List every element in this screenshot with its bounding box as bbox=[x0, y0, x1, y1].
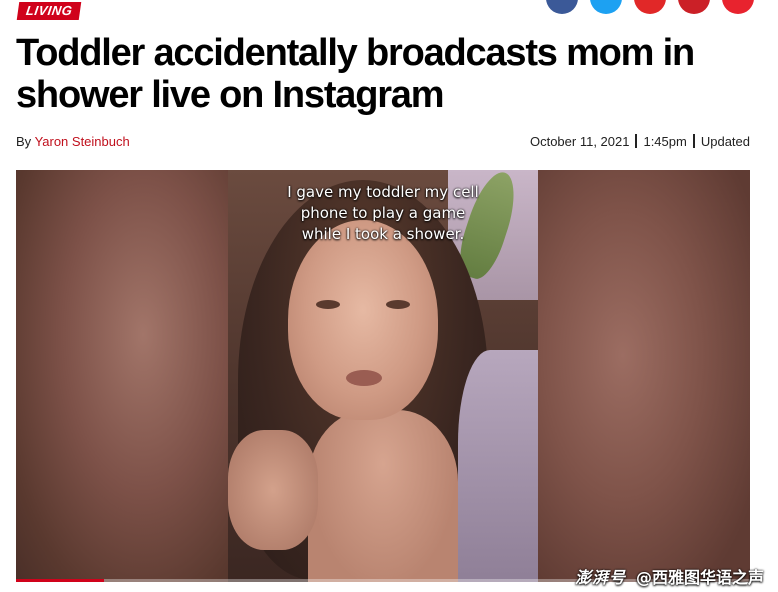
publish-time: 1:45pm bbox=[643, 133, 687, 149]
byline-row: By Yaron Steinbuch October 11, 2021 1:45… bbox=[16, 132, 750, 150]
share-buttons bbox=[546, 0, 754, 14]
right-eye bbox=[386, 300, 410, 309]
video-blur-left bbox=[16, 170, 228, 582]
byline: By Yaron Steinbuch bbox=[16, 134, 130, 149]
facebook-share-button[interactable] bbox=[546, 0, 578, 14]
publish-meta: October 11, 2021 1:45pm Updated bbox=[530, 134, 750, 149]
watermark-brand: 澎湃号 bbox=[574, 568, 626, 587]
watermark: 澎湃号 @西雅图华语之声 bbox=[575, 564, 764, 588]
updated-label[interactable]: Updated bbox=[701, 134, 750, 149]
watermark-account: @西雅图华语之声 bbox=[635, 568, 764, 587]
publish-date: October 11, 2021 bbox=[529, 133, 630, 149]
pinterest-share-button[interactable] bbox=[678, 0, 710, 14]
byline-prefix: By bbox=[16, 133, 32, 149]
caption-line: I gave my toddler my cell bbox=[287, 183, 479, 201]
video-caption: I gave my toddler my cell phone to play … bbox=[228, 182, 538, 245]
caption-line: phone to play a game bbox=[300, 204, 466, 222]
video-player[interactable]: I gave my toddler my cell phone to play … bbox=[16, 170, 750, 582]
woman-face bbox=[288, 220, 438, 420]
video-progress-fill bbox=[16, 579, 105, 582]
flipboard-share-button[interactable] bbox=[634, 0, 666, 14]
caption-line: while I took a shower. bbox=[301, 225, 465, 243]
video-content[interactable]: I gave my toddler my cell phone to play … bbox=[228, 170, 538, 582]
article-headline: Toddler accidentally broadcasts mom in s… bbox=[16, 32, 695, 116]
twitter-share-button[interactable] bbox=[590, 0, 622, 14]
separator bbox=[692, 134, 695, 148]
reddit-share-button[interactable] bbox=[722, 0, 754, 14]
hand bbox=[228, 430, 318, 550]
towel bbox=[458, 350, 538, 582]
author-link[interactable]: Yaron Steinbuch bbox=[35, 134, 130, 149]
video-blur-right bbox=[538, 170, 750, 582]
mouth bbox=[346, 370, 382, 386]
separator bbox=[635, 134, 638, 148]
woman-neck bbox=[308, 410, 458, 582]
section-tag-living[interactable]: LIVING bbox=[16, 2, 82, 20]
left-eye bbox=[316, 300, 340, 309]
